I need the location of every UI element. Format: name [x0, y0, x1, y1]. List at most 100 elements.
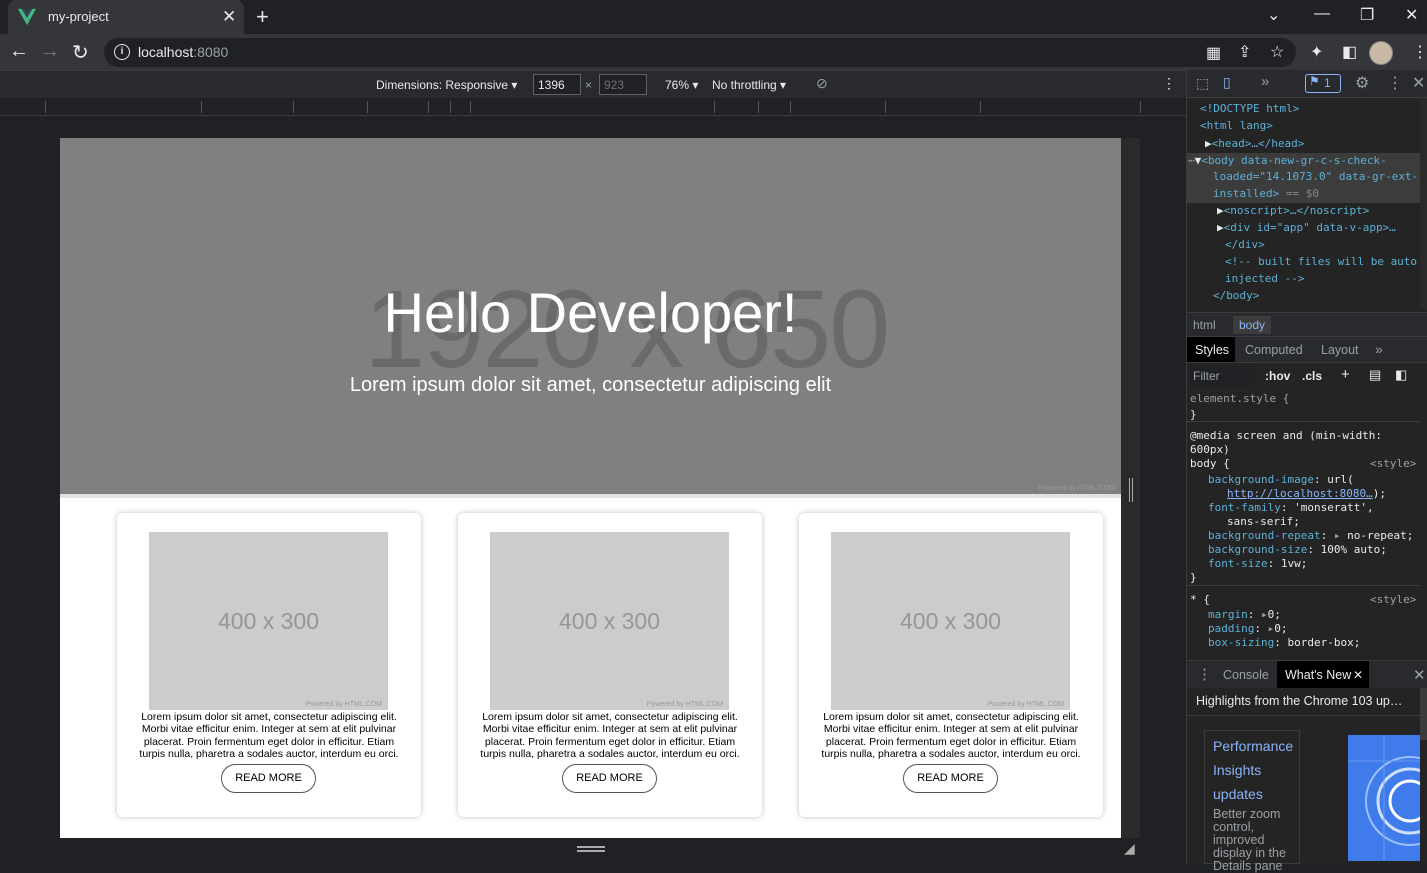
tab-search-icon[interactable]: ⌄ [1267, 5, 1280, 25]
news-heading[interactable]: Performance Insights updates [1213, 734, 1293, 806]
read-more-button[interactable]: READ MORE [903, 764, 998, 793]
card-image: 400 x 300 Powered by HTML.COM [149, 532, 388, 710]
prop-font-family[interactable]: font-family: 'monseratt', [1208, 501, 1374, 515]
tab-layout[interactable]: Layout [1321, 343, 1359, 357]
more-style-tabs-icon[interactable]: » [1375, 341, 1383, 357]
device-toggle-icon[interactable]: ▯ [1223, 74, 1231, 91]
back-icon[interactable]: ← [9, 40, 29, 63]
read-more-button[interactable]: READ MORE [221, 764, 316, 793]
elements-scrollbar[interactable] [1420, 98, 1427, 310]
share-icon[interactable]: ⇪ [1238, 42, 1251, 62]
devtools-close-icon[interactable]: ✕ [1412, 73, 1425, 93]
app-div-node[interactable]: ▶<div id="app" data-v-app>… [1217, 219, 1396, 236]
card: 400 x 300 Powered by HTML.COM Lorem ipsu… [799, 513, 1103, 817]
crumb-html[interactable]: html [1193, 318, 1216, 332]
close-drawer-icon[interactable]: ✕ [1413, 666, 1426, 684]
prop-margin[interactable]: margin: ▸0; [1208, 608, 1281, 622]
card-image-powered-by: Powered by HTML.COM [305, 701, 382, 708]
news-body: Better zoom control, improved display in… [1213, 807, 1286, 873]
viewport-resize-bottom[interactable] [577, 846, 605, 852]
settings-gear-icon[interactable]: ⚙ [1355, 73, 1369, 93]
height-input[interactable]: 923 [599, 74, 647, 95]
width-input[interactable]: 1396 [533, 74, 581, 95]
html-node[interactable]: <html lang> [1200, 117, 1273, 134]
tab-close-icon[interactable]: ✕ [222, 7, 236, 27]
card-image: 400 x 300 Powered by HTML.COM [831, 532, 1070, 710]
dimensions-select[interactable]: Dimensions: Responsive ▾ [376, 78, 517, 92]
bookmark-star-icon[interactable]: ☆ [1270, 42, 1284, 62]
throttling-select[interactable]: No throttling ▾ [712, 78, 786, 92]
device-more-icon[interactable]: ⋮ [1162, 75, 1176, 92]
universal-selector[interactable]: * { [1190, 593, 1210, 607]
card-body: Lorem ipsum dolor sit amet, consectetur … [139, 711, 399, 760]
prop-padding[interactable]: padding: ▸0; [1208, 622, 1287, 636]
prop-box-sizing[interactable]: box-sizing: border-box; [1208, 636, 1360, 650]
close-whats-new-icon[interactable]: ✕ [1353, 668, 1363, 682]
prop-background-repeat[interactable]: background-repeat: ▸ no-repeat; [1208, 529, 1413, 543]
reload-icon[interactable]: ↻ [72, 40, 89, 65]
style-source-link[interactable]: <style> [1370, 593, 1416, 607]
body-node[interactable]: ⋯▼<body data-new-gr-c-s-check- [1188, 152, 1387, 169]
elements-tree: <!DOCTYPE html> <html lang> ▶<head>…</he… [1187, 98, 1427, 310]
browser-menu-icon[interactable]: ⋮ [1412, 42, 1427, 62]
hero-heading: Hello Developer! [383, 281, 798, 344]
div-close-node: </div> [1225, 238, 1265, 251]
translate-icon[interactable]: ▦ [1206, 43, 1221, 63]
body-selector[interactable]: body { [1190, 457, 1230, 471]
media-query-ruler[interactable] [0, 98, 1186, 116]
card-image-powered-by: Powered by HTML.COM [987, 701, 1064, 708]
news-thumbnail[interactable] [1348, 735, 1420, 861]
issues-icon: ⚑ [1309, 74, 1320, 88]
more-panels-icon[interactable]: » [1261, 73, 1269, 90]
site-info-icon[interactable]: i [114, 44, 130, 60]
news-scrollbar[interactable] [1420, 688, 1427, 740]
style-source-link[interactable]: <style> [1370, 457, 1416, 471]
new-tab-button[interactable]: + [256, 4, 269, 30]
hov-toggle[interactable]: :hov [1265, 369, 1290, 383]
extensions-icon[interactable]: ✦ [1310, 42, 1323, 62]
restore-icon[interactable]: ❐ [1360, 5, 1374, 25]
url-text: localhost:8080 [138, 44, 229, 60]
address-bar[interactable]: i localhost:8080 [104, 38, 1296, 67]
read-more-button[interactable]: READ MORE [562, 764, 657, 793]
prop-font-size[interactable]: font-size: 1vw; [1208, 557, 1307, 571]
tab-styles[interactable]: Styles [1187, 337, 1235, 363]
noscript-node[interactable]: ▶<noscript>…</noscript> [1217, 202, 1369, 219]
forward-icon[interactable]: → [40, 40, 60, 63]
news-divider [1187, 715, 1420, 716]
rotate-icon[interactable]: ⊘ [816, 75, 828, 92]
prop-background-image[interactable]: background-image: url( [1208, 473, 1354, 487]
viewport-resize-corner[interactable]: ◢ [1124, 840, 1135, 857]
head-node[interactable]: ▶<head>…</head> [1205, 135, 1304, 152]
tab-console[interactable]: Console [1223, 668, 1269, 682]
styles-filter-input[interactable]: Filter [1189, 366, 1255, 386]
tab-computed[interactable]: Computed [1245, 343, 1303, 357]
vue-logo-icon [18, 8, 36, 26]
color-format-icon[interactable]: ▤ [1369, 367, 1381, 383]
window-close-icon[interactable]: ✕ [1405, 5, 1418, 25]
zoom-select[interactable]: 76% ▾ [665, 78, 698, 92]
minimize-icon[interactable]: — [1314, 5, 1330, 23]
background-image-url[interactable]: http://localhost:8080…); [1227, 487, 1386, 501]
toggle-sidebar-icon[interactable]: ◧ [1395, 367, 1407, 383]
comment-node[interactable]: <!-- built files will be auto [1225, 253, 1417, 270]
side-panel-icon[interactable]: ◧ [1342, 42, 1357, 62]
hero-powered-by: Powered by HTML.COM [1038, 485, 1115, 492]
element-style-rule[interactable]: element.style { [1190, 392, 1289, 406]
cls-toggle[interactable]: .cls [1302, 369, 1322, 383]
crumb-body[interactable]: body [1233, 316, 1272, 334]
drawer-menu-icon[interactable]: ⋮ [1197, 665, 1212, 683]
browser-tab[interactable]: my-project ✕ [8, 0, 244, 34]
body-node-line-3: installed> == $0 [1213, 187, 1319, 200]
prop-background-size[interactable]: background-size: 100% auto; [1208, 543, 1387, 557]
inspect-element-icon[interactable]: ⬚ [1196, 75, 1209, 92]
viewport-resize-right[interactable] [1121, 138, 1140, 838]
new-rule-icon[interactable]: + [1341, 366, 1350, 383]
card-image-powered-by: Powered by HTML.COM [646, 701, 723, 708]
devtools-menu-icon[interactable]: ⋮ [1387, 73, 1403, 93]
font-family-fallback: sans-serif; [1227, 515, 1300, 528]
body-close-node: </body> [1213, 289, 1260, 302]
doctype-node[interactable]: <!DOCTYPE html> [1200, 100, 1299, 117]
news-card[interactable]: Performance Insights updates Better zoom… [1204, 730, 1300, 873]
profile-avatar[interactable] [1369, 41, 1393, 65]
